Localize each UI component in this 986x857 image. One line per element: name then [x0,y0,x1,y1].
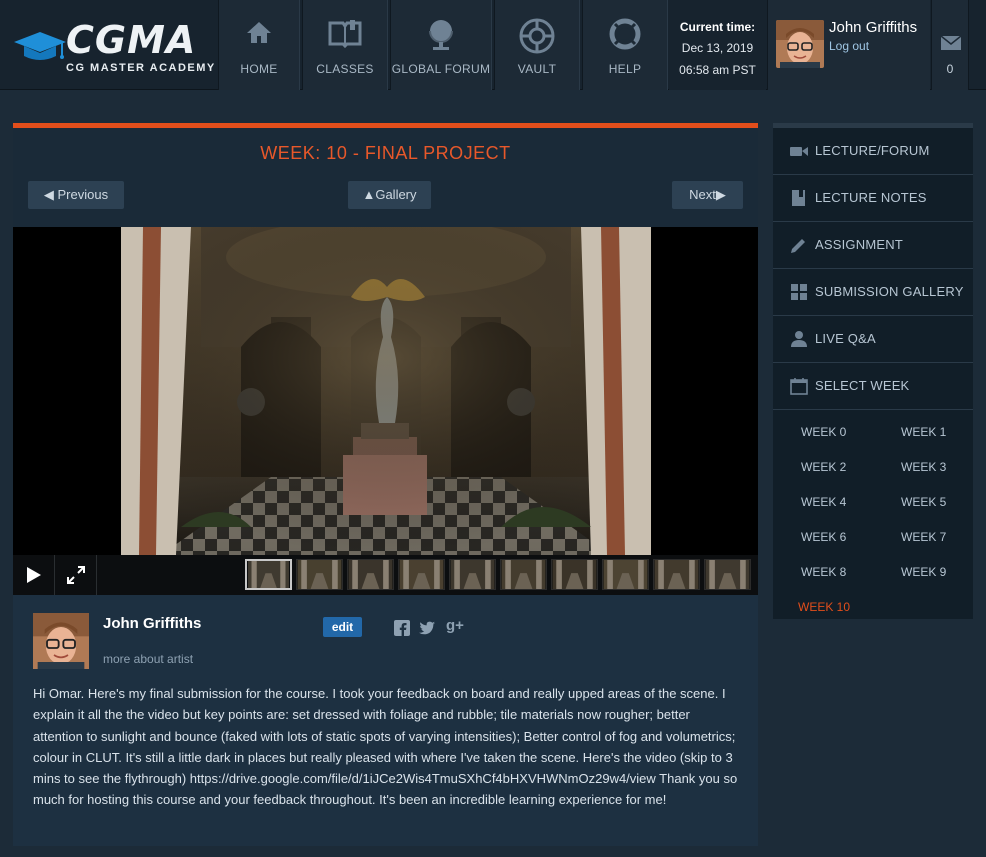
gallery-thumbnail[interactable] [347,559,394,590]
grid-icon [791,284,807,300]
artist-name[interactable]: John Griffiths [103,615,201,632]
nav-home[interactable]: HOME [218,0,300,90]
nav-label: GLOBAL FORUM [391,62,491,76]
lifebuoy-icon [609,18,641,50]
time-label: Current time: [679,20,756,34]
sidebar-item-label: SUBMISSION GALLERY [815,284,964,299]
nav-vault[interactable]: VAULT [494,0,580,90]
player-controls [13,555,758,595]
message-count: 0 [946,62,954,76]
user-name: John Griffiths [829,19,918,36]
play-icon [26,567,41,583]
week-link[interactable]: WEEK 1 [901,425,946,439]
gallery-thumbnail[interactable] [449,559,496,590]
artist-avatar[interactable] [33,613,89,669]
user-panel: John Griffiths Log out [767,0,930,90]
mail-icon [941,36,961,50]
video-camera-icon [790,147,808,156]
sidebar-item-lecture-forum[interactable]: LECTURE/FORUM [773,128,973,175]
vault-icon [519,18,555,54]
previous-button[interactable]: ◀ Previous [28,181,124,209]
week-link[interactable]: WEEK 0 [801,425,846,439]
fullscreen-icon [66,566,85,584]
nav-label: CLASSES [316,62,374,76]
page-title: WEEK: 10 - FINAL PROJECT [260,143,511,163]
week-link[interactable]: WEEK 2 [801,460,846,474]
week-link[interactable]: WEEK 7 [901,530,946,544]
gallery-thumbnail[interactable] [500,559,547,590]
play-button[interactable] [13,555,55,595]
sidebar-item-select-week[interactable]: SELECT WEEK [773,363,973,410]
submission-description: Hi Omar. Here's my final submission for … [33,686,738,808]
fullscreen-button[interactable] [55,555,97,595]
logout-link[interactable]: Log out [829,39,869,53]
accent-bar [13,123,758,128]
sidebar-item-submission-gallery[interactable]: SUBMISSION GALLERY [773,269,973,316]
gallery-thumbnail[interactable] [602,559,649,590]
media-viewer[interactable] [13,227,758,555]
sidebar-item-live-qa[interactable]: LIVE Q&A [773,316,973,363]
logo-subtitle: CG MASTER ACADEMY [66,62,216,74]
current-time-panel: Current time: Dec 13, 2019 06:58 am PST [669,0,766,90]
sidebar-item-label: LECTURE NOTES [815,190,927,205]
logo[interactable]: CGMA CG MASTER ACADEMY [0,0,216,90]
graduation-cap-icon [14,32,66,60]
gallery-thumbnail[interactable] [704,559,751,590]
submission-image [121,227,651,555]
edit-button[interactable]: edit [323,617,362,637]
sidebar-item-lecture-notes[interactable]: LECTURE NOTES [773,175,973,222]
submission-panel: WEEK: 10 - FINAL PROJECT ◀ Previous ▲Gal… [13,123,758,846]
logo-text: CGMA [66,18,197,62]
globe-icon [429,20,453,50]
facebook-icon[interactable] [394,620,410,636]
current-date: Dec 13, 2019 [681,41,754,55]
nav-classes[interactable]: CLASSES [302,0,388,90]
sidebar-item-label: LIVE Q&A [815,331,876,346]
twitter-icon[interactable] [419,620,436,636]
week-link[interactable]: WEEK 3 [901,460,946,474]
top-navigation-bar: CGMA CG MASTER ACADEMY HOME CLASSES GLOB… [0,0,986,90]
home-icon [247,22,271,43]
current-clock: 06:58 am PST [679,63,756,77]
gallery-thumbnail[interactable] [296,559,343,590]
week-link[interactable]: WEEK 5 [901,495,946,509]
book-icon [328,20,362,48]
week-link[interactable]: WEEK 9 [901,565,946,579]
pencil-icon [791,239,805,253]
sidebar: LECTURE/FORUM LECTURE NOTES ASSIGNMENT S… [773,123,973,619]
nav-label: HOME [240,62,278,76]
sidebar-item-label: ASSIGNMENT [815,237,903,252]
sidebar-item-label: SELECT WEEK [815,378,910,393]
gallery-thumbnail[interactable] [551,559,598,590]
nav-global-forum[interactable]: GLOBAL FORUM [390,0,492,90]
calendar-icon [790,378,808,395]
nav-label: VAULT [517,62,557,76]
week-link-active[interactable]: WEEK 10 [798,600,850,614]
gallery-thumbnail[interactable] [245,559,292,590]
next-button[interactable]: Next▶ [672,181,743,209]
sidebar-item-assignment[interactable]: ASSIGNMENT [773,222,973,269]
thumbnail-strip [245,559,751,591]
week-link[interactable]: WEEK 6 [801,530,846,544]
gallery-thumbnail[interactable] [398,559,445,590]
nav-help[interactable]: HELP [582,0,668,90]
messages-button[interactable]: 0 [931,0,969,90]
artist-section: John Griffiths more about artist edit g+… [13,595,758,846]
gallery-button[interactable]: ▲Gallery [348,181,431,209]
gallery-thumbnail[interactable] [653,559,700,590]
nav-label: HELP [608,62,642,76]
person-icon [791,331,807,347]
more-about-artist-link[interactable]: more about artist [103,652,193,666]
sidebar-item-label: LECTURE/FORUM [815,143,930,158]
avatar[interactable] [776,20,824,68]
week-link[interactable]: WEEK 4 [801,495,846,509]
notes-icon [792,190,805,206]
week-link[interactable]: WEEK 8 [801,565,846,579]
google-plus-icon[interactable]: g+ [446,617,464,634]
